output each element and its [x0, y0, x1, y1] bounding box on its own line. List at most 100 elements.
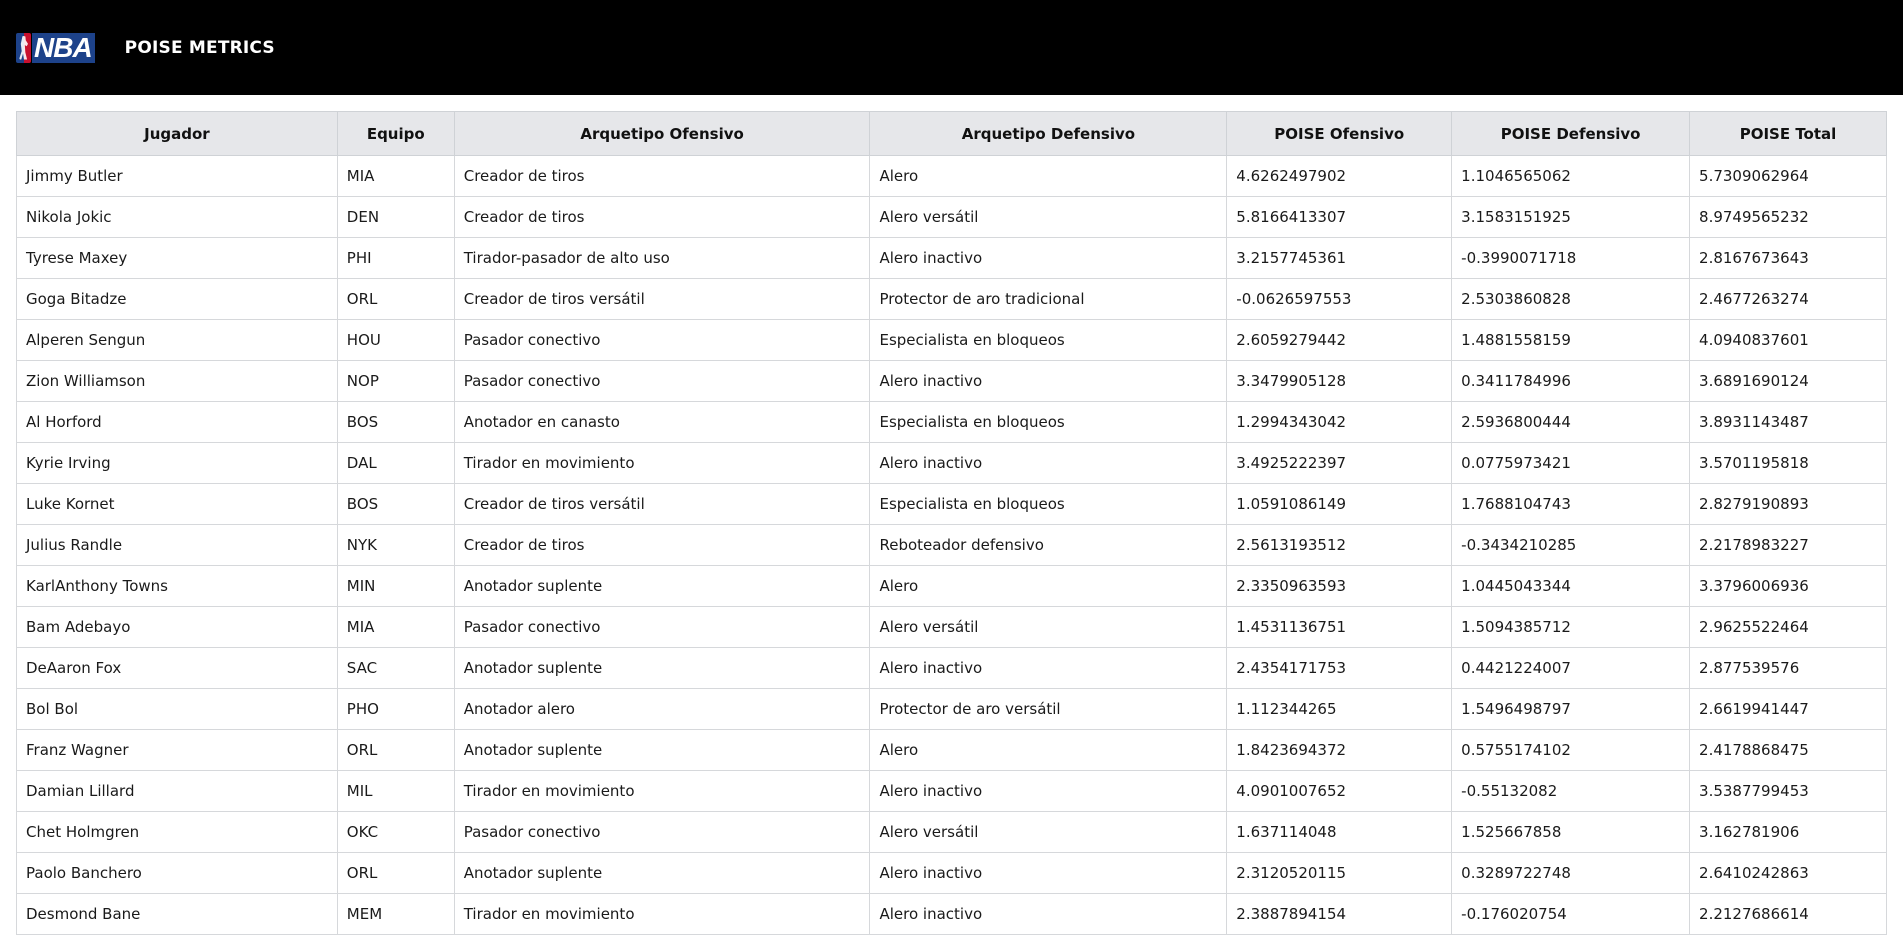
cell-poise-ofensivo: 5.8166413307 [1226, 196, 1453, 238]
logo-text: NBA [32, 32, 95, 63]
cell-poise-total: 2.2127686614 [1689, 893, 1887, 935]
cell-poise-defensivo: -0.176020754 [1451, 893, 1691, 935]
cell-poise-total: 3.3796006936 [1689, 565, 1887, 607]
table-row: Nikola Jokic DEN Creador de tiros Alero ver… [16, 196, 1887, 238]
cell-jugador: Goga Bitadze [16, 278, 338, 320]
cell-equipo: MIA [336, 155, 455, 197]
cell-equipo: ORL [336, 729, 455, 771]
table-row: Desmond Bane MEM Tirador en movimiento Aler… [16, 893, 1887, 935]
cell-poise-total: 4.0940837601 [1689, 319, 1887, 361]
cell-poise-defensivo: 1.1046565062 [1451, 155, 1691, 197]
cell-arquetipo-defensivo: Especialista en bloqueos [869, 401, 1228, 443]
cell-poise-ofensivo: 3.3479905128 [1226, 360, 1453, 402]
cell-poise-total: 2.877539576 [1689, 647, 1887, 689]
table-row: DeAaron Fox SAC Anotador suplente Alero ina… [16, 647, 1887, 689]
cell-arquetipo-ofensivo: Anotador alero [453, 688, 871, 730]
cell-poise-total: 5.7309062964 [1689, 155, 1887, 197]
cell-equipo: MIN [336, 565, 455, 607]
cell-arquetipo-ofensivo: Anotador suplente [453, 647, 871, 689]
table-row: Bol Bol PHO Anotador alero Protector de aro… [16, 688, 1887, 730]
cell-arquetipo-ofensivo: Pasador conectivo [453, 360, 871, 402]
table-row: Damian Lillard MIL Tirador en movimiento Al… [16, 770, 1887, 812]
cell-poise-ofensivo: 4.6262497902 [1226, 155, 1453, 197]
cell-poise-total: 8.9749565232 [1689, 196, 1887, 238]
cell-equipo: SAC [336, 647, 455, 689]
column-header-arquetipo-defensivo: Arquetipo Defensivo [869, 111, 1228, 156]
cell-equipo: MEM [336, 893, 455, 935]
cell-equipo: HOU [336, 319, 455, 361]
cell-poise-ofensivo: 2.5613193512 [1226, 524, 1453, 566]
cell-arquetipo-defensivo: Protector de aro tradicional [869, 278, 1228, 320]
cell-arquetipo-ofensivo: Tirador-pasador de alto uso [453, 237, 871, 279]
cell-arquetipo-defensivo: Alero [869, 565, 1228, 607]
cell-arquetipo-defensivo: Alero inactivo [869, 893, 1228, 935]
brand-title[interactable]: POISE METRICS [125, 38, 275, 58]
cell-poise-ofensivo: 1.4531136751 [1226, 606, 1453, 648]
table-row: Goga Bitadze ORL Creador de tiros versátil… [16, 278, 1887, 320]
cell-arquetipo-ofensivo: Anotador suplente [453, 852, 871, 894]
column-header-equipo: Equipo [336, 111, 455, 156]
cell-jugador: Franz Wagner [16, 729, 338, 771]
cell-poise-defensivo: 2.5936800444 [1451, 401, 1691, 443]
cell-poise-ofensivo: -0.0626597553 [1226, 278, 1453, 320]
table-row: Al Horford BOS Anotador en canasto Especial… [16, 401, 1887, 443]
cell-arquetipo-defensivo: Alero inactivo [869, 360, 1228, 402]
cell-arquetipo-ofensivo: Anotador suplente [453, 565, 871, 607]
cell-jugador: Desmond Bane [16, 893, 338, 935]
table-row: Paolo Banchero ORL Anotador suplente Alero … [16, 852, 1887, 894]
cell-arquetipo-defensivo: Alero inactivo [869, 770, 1228, 812]
cell-jugador: Alperen Sengun [16, 319, 338, 361]
cell-arquetipo-defensivo: Alero versátil [869, 606, 1228, 648]
cell-arquetipo-ofensivo: Tirador en movimiento [453, 893, 871, 935]
column-header-poise-defensivo: POISE Defensivo [1451, 111, 1691, 156]
cell-arquetipo-defensivo: Alero inactivo [869, 442, 1228, 484]
cell-poise-total: 2.2178983227 [1689, 524, 1887, 566]
cell-poise-defensivo: 1.7688104743 [1451, 483, 1691, 525]
cell-poise-ofensivo: 2.4354171753 [1226, 647, 1453, 689]
cell-poise-ofensivo: 2.3120520115 [1226, 852, 1453, 894]
cell-poise-ofensivo: 1.637114048 [1226, 811, 1453, 853]
cell-jugador: KarlAnthony Towns [16, 565, 338, 607]
cell-arquetipo-defensivo: Protector de aro versátil [869, 688, 1228, 730]
cell-equipo: ORL [336, 278, 455, 320]
cell-poise-defensivo: 0.0775973421 [1451, 442, 1691, 484]
table-row: Luke Kornet BOS Creador de tiros versátil E… [16, 483, 1887, 525]
cell-jugador: Luke Kornet [16, 483, 338, 525]
top-navbar: NBA POISE METRICS [0, 0, 1903, 95]
cell-jugador: Bol Bol [16, 688, 338, 730]
cell-poise-defensivo: 0.3289722748 [1451, 852, 1691, 894]
cell-poise-total: 2.4178868475 [1689, 729, 1887, 771]
cell-equipo: NYK [336, 524, 455, 566]
cell-poise-ofensivo: 1.112344265 [1226, 688, 1453, 730]
cell-arquetipo-defensivo: Alero versátil [869, 811, 1228, 853]
cell-poise-total: 2.4677263274 [1689, 278, 1887, 320]
cell-arquetipo-defensivo: Especialista en bloqueos [869, 319, 1228, 361]
cell-arquetipo-defensivo: Alero inactivo [869, 647, 1228, 689]
cell-poise-defensivo: 1.525667858 [1451, 811, 1691, 853]
cell-poise-ofensivo: 1.0591086149 [1226, 483, 1453, 525]
cell-poise-total: 2.8167673643 [1689, 237, 1887, 279]
cell-poise-total: 2.8279190893 [1689, 483, 1887, 525]
column-header-jugador: Jugador [16, 111, 338, 156]
cell-poise-total: 3.5701195818 [1689, 442, 1887, 484]
nba-logo[interactable]: NBA [16, 32, 95, 63]
cell-equipo: BOS [336, 401, 455, 443]
table-row: Tyrese Maxey PHI Tirador-pasador de alto u… [16, 237, 1887, 279]
cell-arquetipo-ofensivo: Pasador conectivo [453, 811, 871, 853]
column-header-poise-total: POISE Total [1689, 111, 1887, 156]
cell-poise-ofensivo: 4.0901007652 [1226, 770, 1453, 812]
cell-arquetipo-ofensivo: Pasador conectivo [453, 319, 871, 361]
cell-jugador: Paolo Banchero [16, 852, 338, 894]
cell-equipo: DAL [336, 442, 455, 484]
table-row: Alperen Sengun HOU Pasador conectivo Especi… [16, 319, 1887, 361]
cell-arquetipo-ofensivo: Creador de tiros versátil [453, 278, 871, 320]
cell-poise-total: 2.6410242863 [1689, 852, 1887, 894]
cell-poise-total: 3.5387799453 [1689, 770, 1887, 812]
cell-jugador: DeAaron Fox [16, 647, 338, 689]
cell-equipo: PHI [336, 237, 455, 279]
table-row: Julius Randle NYK Creador de tiros Rebotead… [16, 524, 1887, 566]
table-row: Chet Holmgren OKC Pasador conectivo Alero v… [16, 811, 1887, 853]
cell-arquetipo-ofensivo: Tirador en movimiento [453, 770, 871, 812]
cell-poise-defensivo: 0.4421224007 [1451, 647, 1691, 689]
cell-arquetipo-defensivo: Alero inactivo [869, 237, 1228, 279]
